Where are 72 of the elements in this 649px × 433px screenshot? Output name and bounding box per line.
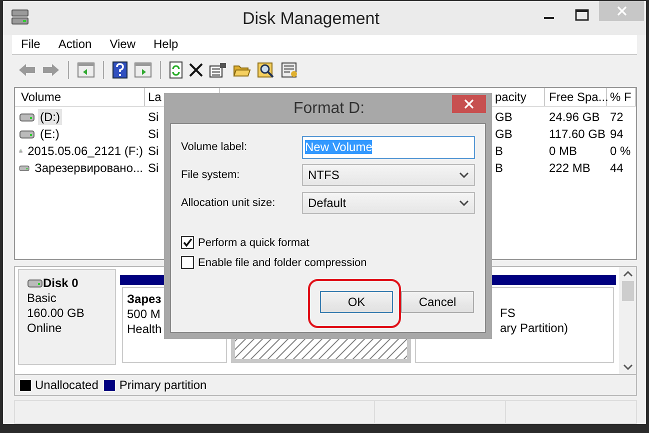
table-cell-text: Si xyxy=(147,110,160,124)
volume-name[interactable]: 2015.05.06_2121 (F:) xyxy=(26,143,145,160)
disk-status: Online xyxy=(27,320,63,335)
table-cell-text: 222 MB xyxy=(548,161,592,176)
partition-text: FS xyxy=(500,306,516,320)
maximize-icon[interactable] xyxy=(575,9,589,21)
column-header[interactable]: Volume xyxy=(15,88,145,106)
menu-item[interactable]: View xyxy=(110,37,136,52)
partition-text: Зарез xyxy=(127,292,162,306)
field-label: Allocation unit size: xyxy=(181,197,276,209)
delete-icon[interactable] xyxy=(189,62,203,77)
volume-name[interactable]: (E:) xyxy=(38,126,62,142)
scroll-down-icon[interactable] xyxy=(622,364,632,370)
dialog-button[interactable]: Cancel xyxy=(401,291,474,313)
menu-item[interactable]: Help xyxy=(154,37,178,52)
refresh-icon[interactable] xyxy=(169,60,183,79)
table-cell-text: Si xyxy=(147,144,160,158)
menu-item[interactable]: Action xyxy=(58,37,92,52)
dialog-title: Format D: xyxy=(292,100,366,118)
legend-label: Unallocated xyxy=(35,378,98,392)
column-header[interactable]: Free Spa... xyxy=(545,88,607,106)
disk-size: 160.00 GB xyxy=(27,306,86,320)
volume-name[interactable]: (D:) xyxy=(38,109,62,126)
disk-name: Disk 0 xyxy=(43,276,78,290)
help-icon[interactable] xyxy=(112,60,128,79)
drive-icon xyxy=(19,129,35,140)
column-header[interactable]: % F xyxy=(607,88,636,106)
drive-icon xyxy=(27,278,43,288)
table-cell-text: 0 % xyxy=(609,144,632,158)
table-cell-text: Si xyxy=(147,161,160,176)
checkbox-label: Enable file and folder compression xyxy=(198,256,367,268)
scrollbar[interactable] xyxy=(619,266,636,374)
field-label: File system: xyxy=(181,169,241,181)
pane-icon[interactable] xyxy=(134,62,152,78)
drive-icon xyxy=(19,112,35,122)
table-cell-text: 72 xyxy=(609,110,624,124)
scrollbar-thumb[interactable] xyxy=(622,280,634,301)
dropdown[interactable]: NTFS xyxy=(302,164,475,186)
table-cell-text: GB xyxy=(495,110,514,124)
disk-info-panel[interactable]: Disk 0 Basic 160.00 GB Online xyxy=(18,268,116,365)
dropdown[interactable]: Default xyxy=(302,192,475,214)
table-cell-text: GB xyxy=(495,127,514,142)
partition-text: 500 M xyxy=(127,306,162,321)
pane-icon[interactable] xyxy=(77,62,95,78)
scroll-up-icon[interactable] xyxy=(622,270,632,277)
menu-item[interactable]: File xyxy=(21,37,40,52)
close-icon xyxy=(616,6,626,16)
table-cell-text: Si xyxy=(147,127,160,142)
search-icon[interactable] xyxy=(257,62,275,78)
close-button[interactable] xyxy=(452,95,486,113)
drive-icon xyxy=(19,163,30,174)
properties-icon[interactable] xyxy=(209,62,227,78)
partition-text: ary Partition) xyxy=(500,320,568,335)
table-cell-text: 44 xyxy=(609,161,624,176)
partition-text: Health xyxy=(127,322,162,336)
checkbox-label: Perform a quick format xyxy=(198,236,310,248)
checkbox[interactable] xyxy=(181,256,194,269)
dialog-button[interactable]: OK xyxy=(320,291,393,313)
table-cell-text: 0 MB xyxy=(548,144,578,158)
volume-name[interactable]: Зарезервировано... xyxy=(32,160,145,176)
disk-type: Basic xyxy=(27,290,58,305)
checkbox[interactable] xyxy=(181,236,194,249)
table-cell-text: B xyxy=(495,144,504,158)
window-title: Disk Management xyxy=(241,9,380,29)
close-icon xyxy=(464,99,474,109)
table-cell-text: B xyxy=(495,161,504,176)
disk-icon xyxy=(11,9,29,25)
legend-label: Primary partition xyxy=(119,378,207,392)
table-cell-text: 117.60 GB xyxy=(548,127,606,142)
table-cell-text: 24.96 GB xyxy=(548,110,601,124)
field-label: Volume label: xyxy=(181,141,248,153)
table-cell-text: 94 xyxy=(609,127,624,142)
